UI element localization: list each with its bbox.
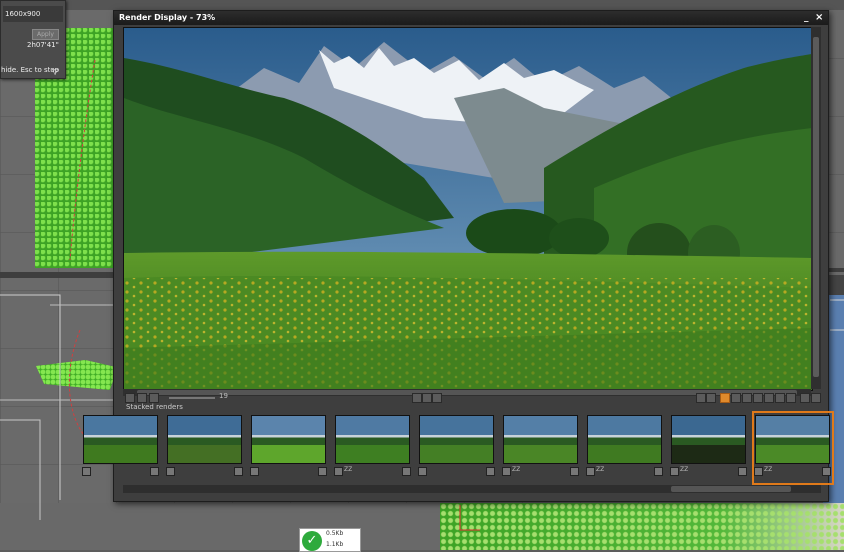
play-icon[interactable]: [775, 393, 785, 403]
stacked-renders-scrollbar[interactable]: [123, 485, 821, 493]
zoom-fit-icon[interactable]: [742, 393, 752, 403]
render-settings-panel: 1600x900 Apply 2h07'41" hide. Esc to sto…: [0, 0, 66, 79]
channel-rgb-icon[interactable]: [696, 393, 706, 403]
render-image[interactable]: [123, 27, 813, 391]
copy-render-icon[interactable]: [149, 393, 159, 403]
check-icon: ✓: [302, 531, 322, 551]
thumbnail-info-icon[interactable]: [586, 467, 595, 476]
thumbnail-image: [755, 415, 830, 464]
store-render-icon[interactable]: [125, 393, 135, 403]
zoom-value: 19: [219, 392, 228, 400]
compare-b-icon[interactable]: [422, 393, 432, 403]
rendered-landscape: [124, 28, 812, 390]
image-vertical-scrollbar[interactable]: [811, 27, 821, 389]
thumbnail-image: [167, 415, 242, 464]
options-icon[interactable]: [811, 393, 821, 403]
thumbnail-info-icon[interactable]: [82, 467, 91, 476]
stacked-render-thumbnail[interactable]: [248, 411, 328, 483]
thumbnail-controls: [82, 467, 159, 477]
thumbnail-menu-icon[interactable]: [402, 467, 411, 476]
stacked-render-thumbnail[interactable]: [80, 411, 160, 483]
stacked-render-thumbnail[interactable]: ZZ: [500, 411, 580, 483]
thumbnail-menu-icon[interactable]: [738, 467, 747, 476]
thumbnail-label: ZZ: [764, 466, 773, 473]
network-status-widget: ✓ 0.5Kb 1.1Kb: [299, 528, 361, 552]
thumbnail-controls: ZZ: [502, 466, 579, 477]
thumbnail-controls: ZZ: [754, 466, 831, 477]
save-render-icon[interactable]: [137, 393, 147, 403]
thumbnail-menu-icon[interactable]: [234, 467, 243, 476]
single-view-icon[interactable]: [731, 393, 741, 403]
thumbnail-label: ZZ: [344, 466, 353, 473]
thumbnail-image: [83, 415, 158, 464]
dropdown-triangle-icon[interactable]: ▽: [52, 67, 58, 76]
thumbnail-menu-icon[interactable]: [150, 467, 159, 476]
resolution-field[interactable]: 1600x900: [3, 6, 63, 22]
thumbnail-controls: [166, 467, 243, 477]
thumbnail-image: [587, 415, 662, 464]
pan-icon[interactable]: [753, 393, 763, 403]
minimize-button[interactable]: _: [804, 11, 812, 25]
thumbnail-info-icon[interactable]: [670, 467, 679, 476]
zoom-slider[interactable]: [169, 397, 215, 399]
next-icon[interactable]: [786, 393, 796, 403]
render-display-toolbar: 19: [123, 392, 823, 404]
stacked-render-thumbnail[interactable]: ZZ: [332, 411, 412, 483]
thumbnail-menu-icon[interactable]: [654, 467, 663, 476]
stacked-render-thumbnail[interactable]: ZZ: [752, 411, 834, 485]
thumbnail-image: [671, 415, 746, 464]
stacked-renders-strip: ZZ ZZ ZZ ZZ ZZ: [82, 411, 834, 485]
thumbnail-label: ZZ: [512, 466, 521, 473]
download-rate: 1.1Kb: [326, 541, 344, 548]
window-title-bar[interactable]: Render Display - 73% _ ×: [114, 11, 828, 25]
stacked-render-thumbnail[interactable]: ZZ: [668, 411, 748, 483]
render-time-label: 2h07'41": [27, 41, 59, 49]
compare-a-icon[interactable]: [412, 393, 422, 403]
stacked-render-thumbnail[interactable]: [416, 411, 496, 483]
thumbnail-menu-icon[interactable]: [822, 467, 831, 476]
thumbnail-image: [503, 415, 578, 464]
previous-icon[interactable]: [764, 393, 774, 403]
channel-alpha-icon[interactable]: [706, 393, 716, 403]
stacked-render-thumbnail[interactable]: ZZ: [584, 411, 664, 483]
delete-render-icon[interactable]: [432, 393, 442, 403]
thumbnail-info-icon[interactable]: [754, 467, 763, 476]
frame-view-icon[interactable]: [720, 393, 730, 403]
thumbnail-image: [251, 415, 326, 464]
thumbnail-controls: ZZ: [586, 466, 663, 477]
thumbnail-menu-icon[interactable]: [486, 467, 495, 476]
close-button[interactable]: ×: [815, 11, 825, 24]
thumbnail-image: [419, 415, 494, 464]
thumbnail-menu-icon[interactable]: [570, 467, 579, 476]
render-display-window: Render Display - 73% _ × 19 Stacked rend…: [82, 10, 834, 502]
thumbnail-label: ZZ: [596, 466, 605, 473]
thumbnail-controls: [418, 467, 495, 477]
thumbnail-label: ZZ: [680, 466, 689, 473]
window-title: Render Display - 73%: [119, 13, 216, 22]
thumbnail-info-icon[interactable]: [334, 467, 343, 476]
stacked-render-thumbnail[interactable]: [164, 411, 244, 483]
stacked-renders-label: Stacked renders: [126, 403, 183, 411]
thumbnail-controls: ZZ: [334, 466, 411, 477]
thumbnail-menu-icon[interactable]: [318, 467, 327, 476]
upload-rate: 0.5Kb: [326, 530, 344, 537]
thumbnail-info-icon[interactable]: [502, 467, 511, 476]
thumbnail-info-icon[interactable]: [166, 467, 175, 476]
thumbnail-info-icon[interactable]: [250, 467, 259, 476]
pin-icon[interactable]: [800, 393, 810, 403]
thumbnail-controls: [250, 467, 327, 477]
thumbnail-controls: ZZ: [670, 466, 747, 477]
thumbnail-image: [335, 415, 410, 464]
thumbnail-info-icon[interactable]: [418, 467, 427, 476]
